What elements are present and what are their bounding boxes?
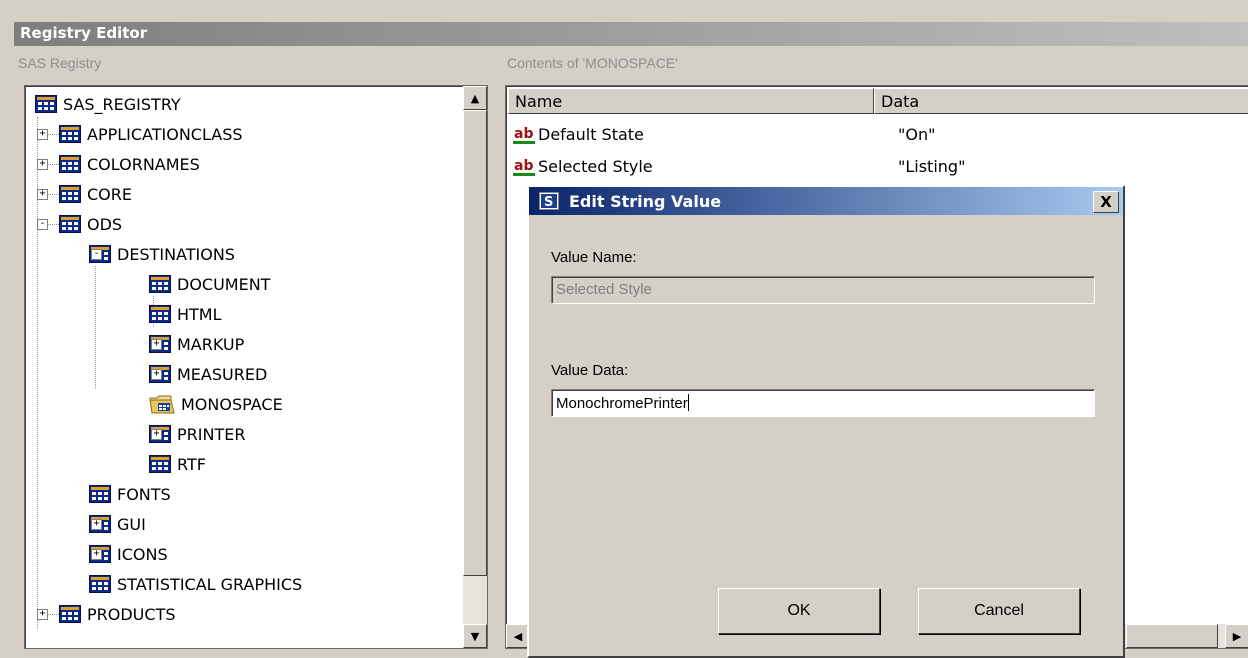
registry-key-icon — [89, 575, 111, 593]
tree-item[interactable]: PRINTER — [149, 419, 245, 449]
tree-item[interactable]: MARKUP — [149, 329, 244, 359]
column-header-name[interactable]: Name — [508, 88, 874, 114]
tree-item[interactable]: CORE — [59, 179, 132, 209]
horizontal-scroll-thumb[interactable] — [1126, 624, 1218, 648]
registry-key-icon — [35, 95, 57, 113]
value-data: "Listing" — [898, 156, 966, 176]
expand-icon[interactable]: + — [151, 339, 162, 350]
value-name: Selected Style — [538, 156, 653, 176]
close-icon: X — [1100, 193, 1112, 211]
dialog-title: Edit String Value — [569, 192, 722, 211]
tree-item-label: ODS — [87, 214, 123, 234]
registry-key-icon — [149, 455, 171, 473]
registry-tree: SAS_REGISTRY APPLICATIONCLASS + COLORNAMES +… — [25, 86, 461, 648]
edit-string-value-dialog: S Edit String Value X Value Name: Select… — [527, 185, 1125, 658]
cancel-button[interactable]: Cancel — [918, 588, 1080, 634]
tree-item[interactable]: RTF — [149, 449, 206, 479]
value-data: "On" — [898, 124, 936, 144]
registry-key-icon — [59, 185, 81, 203]
dialog-close-button[interactable]: X — [1093, 191, 1119, 213]
ok-button[interactable]: OK — [718, 588, 880, 634]
right-panel-label: Contents of 'MONOSPACE' — [507, 55, 678, 71]
tree-item[interactable]: SAS_REGISTRY — [35, 89, 181, 119]
tree-item-label: ICONS — [117, 544, 168, 564]
expand-icon[interactable]: + — [151, 429, 162, 440]
expand-icon[interactable]: + — [91, 519, 102, 530]
tree-item[interactable]: DOCUMENT — [149, 269, 270, 299]
registry-key-icon — [59, 605, 81, 623]
svg-text:ab: ab — [514, 126, 533, 142]
text-caret — [687, 394, 689, 411]
tree-item[interactable]: COLORNAMES — [59, 149, 200, 179]
registry-key-icon — [59, 155, 81, 173]
expand-icon[interactable]: + — [37, 159, 48, 170]
tree-item-label: GUI — [117, 514, 146, 534]
string-value-icon: ab — [513, 158, 535, 176]
tree-item[interactable]: FONTS — [89, 479, 171, 509]
tree-item[interactable]: MEASURED — [149, 359, 267, 389]
tree-item-label: DOCUMENT — [177, 274, 271, 294]
tree-connector-line — [95, 266, 96, 389]
tree-item-label: PRINTER — [177, 424, 246, 444]
tree-item[interactable]: APPLICATIONCLASS — [59, 119, 243, 149]
tree-item[interactable]: STATISTICAL GRAPHICS — [89, 569, 302, 599]
scroll-down-button[interactable]: ▼ — [463, 624, 487, 648]
list-item[interactable]: ab Default State "On" — [512, 120, 1212, 148]
registry-key-icon — [149, 305, 171, 323]
tree-item-label: STATISTICAL GRAPHICS — [117, 574, 303, 594]
tree-item[interactable]: HTML — [149, 299, 222, 329]
tree-item-label: HTML — [177, 304, 222, 324]
expand-icon[interactable]: + — [151, 369, 162, 380]
window-title-bar[interactable]: Registry Editor — [14, 22, 1248, 46]
dialog-title-bar[interactable]: S Edit String Value X — [529, 187, 1123, 215]
expand-icon[interactable]: + — [37, 189, 48, 200]
tree-item[interactable]: DESTINATIONS — [89, 239, 235, 269]
left-panel-label: SAS Registry — [18, 55, 102, 71]
value-data-text: MonochromePrinter — [556, 395, 688, 412]
tree-item-label: RTF — [177, 454, 206, 474]
tree-item-label: SAS_REGISTRY — [63, 94, 181, 114]
expand-icon[interactable]: + — [37, 129, 48, 140]
scroll-up-button[interactable]: ▲ — [463, 86, 487, 110]
tree-item-label: FONTS — [117, 484, 171, 504]
tree-item-label: MONOSPACE — [181, 394, 283, 414]
tree-item-label: MEASURED — [177, 364, 268, 384]
tree-item[interactable]: ODS — [59, 209, 122, 239]
scroll-right-button[interactable]: ▶ — [1225, 624, 1248, 648]
value-name-label: Value Name: — [551, 249, 637, 266]
column-header-data[interactable]: Data — [874, 88, 1248, 114]
collapse-icon[interactable]: - — [37, 219, 48, 230]
collapse-icon[interactable]: - — [91, 249, 102, 260]
value-data-label: Value Data: — [551, 362, 629, 379]
svg-text:ab: ab — [514, 158, 533, 174]
open-folder-icon — [149, 395, 175, 414]
window-title: Registry Editor — [20, 24, 148, 42]
tree-item-label: MARKUP — [177, 334, 245, 354]
expand-icon[interactable]: + — [37, 609, 48, 620]
tree-item-label: DESTINATIONS — [117, 244, 235, 264]
string-value-icon: ab — [513, 126, 535, 144]
scroll-thumb[interactable] — [463, 110, 487, 576]
svg-text:S: S — [544, 195, 553, 210]
expand-icon[interactable]: + — [91, 549, 102, 560]
registry-key-icon — [89, 485, 111, 503]
value-name-field: Selected Style — [551, 276, 1095, 304]
sas-app-icon: S — [539, 192, 559, 210]
list-item[interactable]: ab Selected Style "Listing" — [512, 152, 1212, 180]
registry-tree-panel: SAS_REGISTRY APPLICATIONCLASS + COLORNAMES +… — [24, 85, 488, 649]
value-data-input[interactable]: MonochromePrinter — [551, 389, 1095, 417]
tree-item-label: CORE — [87, 184, 132, 204]
registry-key-icon — [149, 275, 171, 293]
tree-item[interactable]: PRODUCTS — [59, 599, 176, 629]
tree-item-label: APPLICATIONCLASS — [87, 124, 243, 144]
tree-vertical-scrollbar[interactable]: ▲ ▼ — [463, 86, 487, 648]
value-name: Default State — [538, 124, 644, 144]
tree-item-label: COLORNAMES — [87, 154, 200, 174]
tree-item[interactable]: MONOSPACE — [149, 389, 283, 419]
registry-key-icon — [59, 125, 81, 143]
registry-key-icon — [59, 215, 81, 233]
tree-item-label: PRODUCTS — [87, 604, 176, 624]
